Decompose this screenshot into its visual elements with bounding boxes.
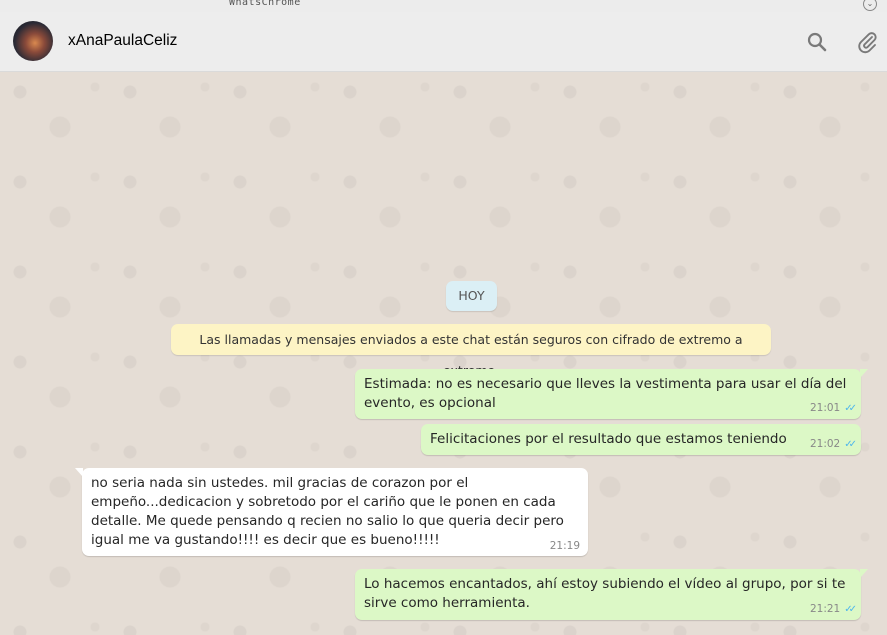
message-time: 21:01 bbox=[809, 402, 841, 414]
dropdown-icon[interactable]: ⌄ bbox=[863, 0, 877, 11]
encryption-notice[interactable]: Las llamadas y mensajes enviados a este … bbox=[171, 324, 771, 378]
message-text: Felicitaciones por el resultado que esta… bbox=[430, 431, 787, 447]
message-bubble-outgoing[interactable]: Estimada: no es necesario que lleves la … bbox=[355, 369, 868, 419]
double-check-icon: ✓✓ bbox=[844, 403, 857, 414]
attach-icon[interactable] bbox=[855, 30, 879, 54]
message-bubble-outgoing[interactable]: Felicitaciones por el resultado que esta… bbox=[421, 424, 861, 455]
avatar[interactable] bbox=[13, 21, 53, 61]
message-meta: 21:19 bbox=[550, 540, 580, 552]
message-text: Lo hacemos encantados, ahí estoy subiend… bbox=[364, 576, 846, 611]
bubble-tail bbox=[860, 369, 868, 378]
contact-name[interactable]: xAnaPaulaCeliz bbox=[68, 32, 177, 50]
message-meta: 21:02 ✓✓ bbox=[809, 438, 857, 451]
message-text: Estimada: no es necesario que lleves la … bbox=[364, 376, 847, 411]
search-icon[interactable] bbox=[805, 30, 829, 54]
message-text: no seria nada sin ustedes. mil gracias d… bbox=[91, 475, 564, 548]
double-check-icon: ✓✓ bbox=[844, 439, 857, 450]
message-meta: 21:01 ✓✓ bbox=[809, 402, 857, 415]
message-bubble-incoming[interactable]: no seria nada sin ustedes. mil gracias d… bbox=[75, 468, 588, 556]
double-check-icon: ✓✓ bbox=[844, 604, 857, 615]
message-time: 21:21 bbox=[809, 603, 841, 615]
message-meta: 21:21 ✓✓ bbox=[809, 603, 857, 616]
message-bubble-outgoing[interactable]: Lo hacemos encantados, ahí estoy subiend… bbox=[355, 569, 868, 620]
message-time: 21:02 bbox=[809, 438, 841, 450]
chat-header: xAnaPaulaCeliz bbox=[0, 12, 887, 72]
bubble-tail bbox=[860, 569, 868, 578]
message-time: 21:19 bbox=[549, 540, 580, 552]
bubble-tail bbox=[75, 468, 83, 477]
date-divider: HOY bbox=[446, 281, 497, 311]
window-title: WhatsChrome bbox=[229, 0, 301, 8]
